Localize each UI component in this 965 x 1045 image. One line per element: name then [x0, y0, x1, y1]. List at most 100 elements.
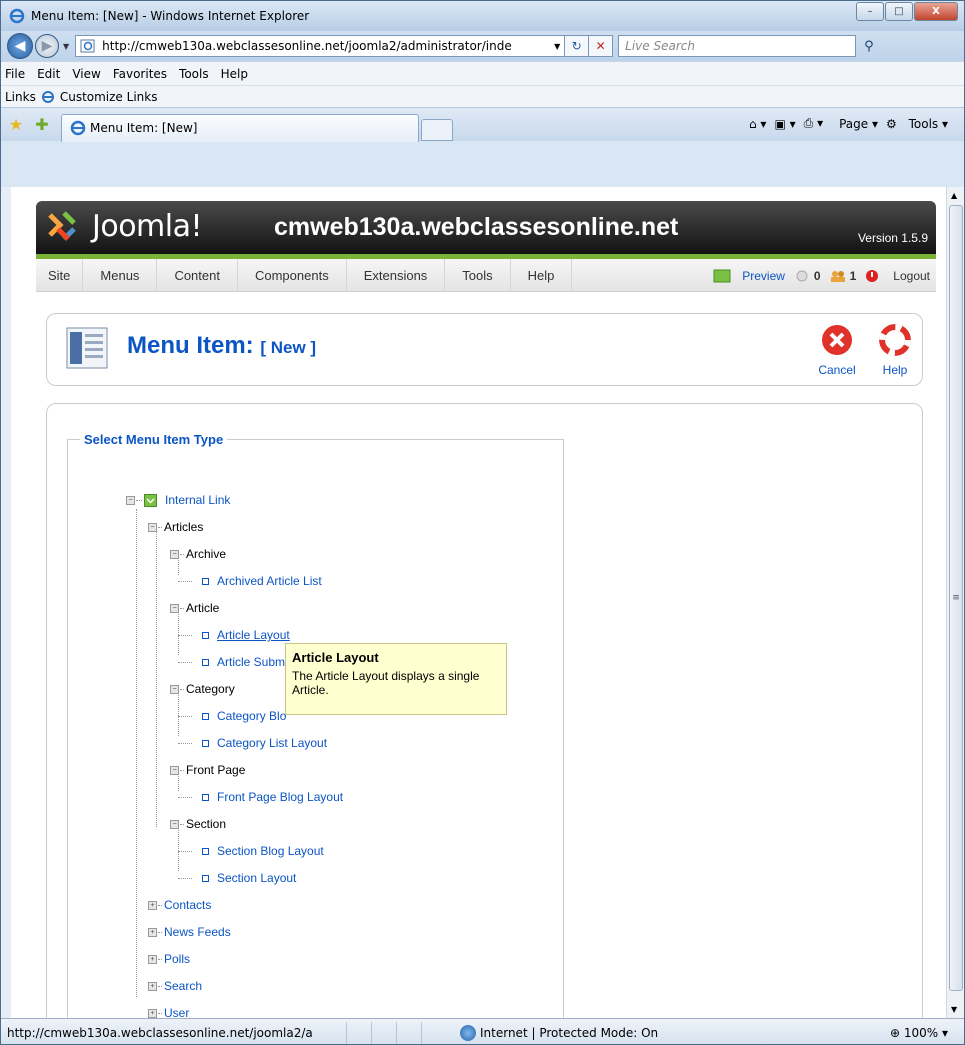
logout-icon [866, 269, 879, 282]
menu-menus[interactable]: Menus [83, 258, 158, 292]
address-dropdown-icon[interactable]: ▼ [550, 42, 564, 51]
tab-row: ★ ✚ Menu Item: [New] ⌂ ▾ ▣ ▾ ⎙ ▾ Page ▾ … [1, 107, 964, 142]
tree-leaf-archived-article-list[interactable]: Archived Article List [178, 574, 322, 588]
tree-leaf-article-submission-layout[interactable]: Article Submi [178, 655, 288, 669]
logout-link[interactable]: Logout [864, 269, 930, 283]
address-bar[interactable]: http://cmweb130a.webclassesonline.net/jo… [75, 35, 566, 57]
tree-leaf-article-layout[interactable]: Article Layout [178, 628, 290, 642]
cancel-button[interactable]: Cancel [815, 324, 859, 377]
scroll-thumb[interactable]: ≡ [949, 205, 963, 991]
help-button[interactable]: Help [873, 324, 917, 377]
ie-icon [9, 8, 25, 24]
collapse-icon[interactable]: − [170, 603, 179, 613]
tree-node-news-feeds[interactable]: + News Feeds [148, 925, 231, 939]
collapse-icon[interactable]: − [148, 522, 157, 532]
refresh-icon[interactable]: ↻ [565, 35, 590, 57]
feeds-icon[interactable]: ▣ ▾ [774, 117, 795, 131]
zoom-level[interactable]: ⊕ 100% ▾ [890, 1026, 948, 1040]
tree-node-article[interactable]: − Article [170, 601, 219, 615]
scroll-down-icon[interactable]: ▼ [951, 1005, 957, 1014]
toolbar-box: Menu Item: [ New ] Cancel Help [46, 313, 923, 386]
tree-node-search[interactable]: + Search [148, 979, 202, 993]
tree-node-articles[interactable]: − Articles [148, 520, 203, 534]
page-viewport: Joomla! cmweb130a.webclassesonline.net V… [11, 187, 946, 1018]
tab-title: Menu Item: [New] [90, 121, 198, 135]
links-label: Links [5, 89, 36, 104]
add-favorites-icon[interactable]: ✚ [31, 115, 53, 134]
maximize-button[interactable]: □ [885, 2, 913, 21]
leaf-icon [202, 847, 209, 855]
menu-site[interactable]: Site [36, 258, 84, 292]
tree-node-front-page[interactable]: − Front Page [170, 763, 245, 777]
tree-node-section[interactable]: − Section [170, 817, 226, 831]
tools-menu[interactable]: ⚙ Tools ▾ [886, 117, 948, 131]
tree-node-polls[interactable]: + Polls [148, 952, 190, 966]
menu-view[interactable]: View [72, 67, 100, 81]
scroll-up-icon[interactable]: ▲ [951, 191, 957, 200]
new-tab-button[interactable] [421, 118, 453, 141]
tree-node-internal-link[interactable]: − Internal Link [126, 493, 230, 507]
history-dropdown-icon[interactable]: ▼ [63, 42, 69, 51]
menu-help[interactable]: Help [221, 67, 248, 81]
print-icon[interactable]: ⎙ ▾ [804, 116, 823, 131]
minimize-button[interactable]: – [856, 2, 884, 21]
globe-icon [460, 1024, 476, 1041]
users-count[interactable]: 1 [829, 269, 856, 283]
left-gutter [1, 187, 11, 1018]
expand-icon[interactable]: + [148, 954, 157, 964]
collapse-icon[interactable]: − [126, 495, 135, 505]
stop-icon[interactable]: ✕ [589, 35, 614, 57]
collapse-icon[interactable]: − [170, 684, 179, 694]
home-icon[interactable]: ⌂ ▾ [749, 117, 766, 131]
collapse-icon[interactable]: − [170, 819, 179, 829]
preview-link[interactable]: Preview [713, 269, 785, 283]
tree-node-contacts[interactable]: + Contacts [148, 898, 211, 912]
expand-icon[interactable]: + [148, 927, 157, 937]
page-icon [80, 39, 95, 53]
tree-leaf-section-layout[interactable]: Section Layout [178, 871, 296, 885]
forward-button[interactable]: ▶ [35, 34, 59, 58]
tab-active[interactable]: Menu Item: [New] [61, 113, 419, 142]
messages-count[interactable]: 0 [793, 269, 821, 283]
menu-components[interactable]: Components [238, 258, 347, 292]
menu-item-icon [66, 327, 108, 369]
menu-help[interactable]: Help [511, 258, 573, 292]
menu-content[interactable]: Content [157, 258, 238, 292]
page-title: Menu Item: [ New ] [127, 332, 317, 359]
expand-icon[interactable]: + [148, 1008, 157, 1018]
menu-extensions[interactable]: Extensions [347, 258, 446, 292]
joomla-header: Joomla! cmweb130a.webclassesonline.net V… [36, 201, 936, 254]
tree-leaf-section-blog-layout[interactable]: Section Blog Layout [178, 844, 324, 858]
tree-node-category[interactable]: − Category [170, 682, 235, 696]
leaf-icon [202, 793, 209, 801]
tree-node-user[interactable]: + User [148, 1006, 189, 1018]
tree-leaf-category-list-layout[interactable]: Category List Layout [178, 736, 327, 750]
favorites-star-icon[interactable]: ★ [5, 115, 27, 134]
collapse-icon[interactable]: − [170, 765, 179, 775]
menu-favorites[interactable]: Favorites [113, 67, 167, 81]
tree-leaf-category-blog-layout[interactable]: Category Blo [178, 709, 286, 723]
preview-icon [713, 269, 731, 282]
search-input[interactable]: Live Search [618, 35, 857, 57]
menu-file[interactable]: File [5, 67, 25, 81]
address-text[interactable]: http://cmweb130a.webclassesonline.net/jo… [102, 39, 550, 53]
menu-tools[interactable]: Tools [179, 67, 209, 81]
vertical-scrollbar[interactable]: ▲ ≡ ▼ [946, 187, 964, 1018]
menu-tools[interactable]: Tools [445, 258, 511, 292]
tooltip: Article Layout The Article Layout displa… [285, 643, 507, 715]
tree-leaf-front-page-blog-layout[interactable]: Front Page Blog Layout [178, 790, 343, 804]
search-icon[interactable]: ⚲ [864, 39, 874, 54]
leaf-icon [202, 874, 209, 882]
page-menu[interactable]: Page ▾ [831, 117, 878, 131]
close-button[interactable]: X [914, 2, 958, 21]
collapse-icon[interactable]: − [170, 549, 179, 559]
customize-links[interactable]: Customize Links [60, 90, 158, 104]
expand-icon[interactable]: + [148, 900, 157, 910]
security-zone[interactable]: Internet | Protected Mode: On [460, 1024, 760, 1041]
back-button[interactable]: ◀ [7, 33, 33, 59]
expand-icon[interactable]: + [148, 981, 157, 991]
ie-icon [41, 90, 54, 103]
menu-edit[interactable]: Edit [37, 67, 60, 81]
tree-node-archive[interactable]: − Archive [170, 547, 226, 561]
joomla-logo-icon [48, 211, 76, 241]
